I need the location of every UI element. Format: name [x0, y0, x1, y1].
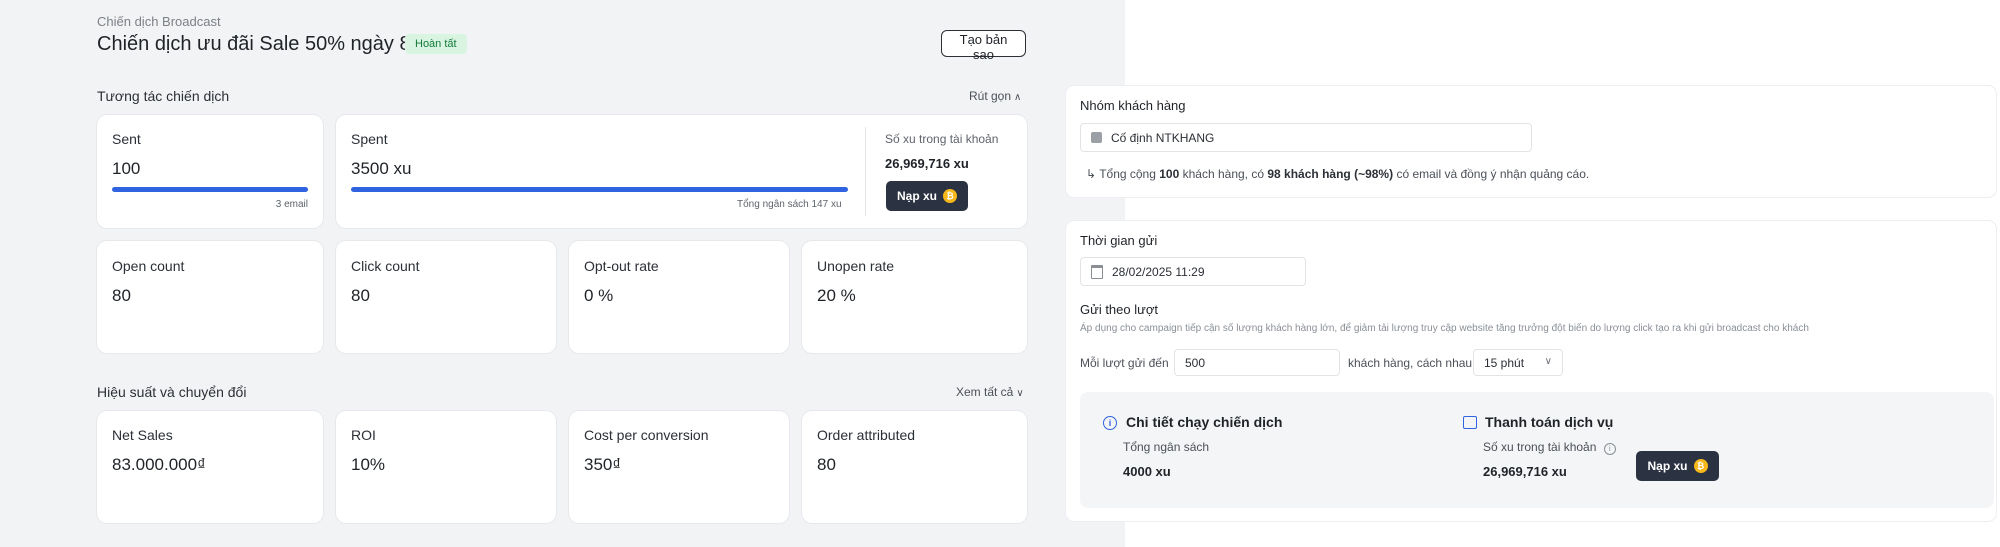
campaign-summary-box: i Chi tiết chạy chiến dịch Tổng ngân sác… [1080, 392, 1994, 508]
payment-title: Thanh toán dịch vụ [1485, 414, 1614, 430]
chevron-down-icon: ∨ [1016, 388, 1024, 399]
sent-caption: 3 email [275, 199, 308, 210]
wallet-icon [1463, 416, 1477, 429]
campaign-detail-panel: Chiến dịch Broadcast Chiến dịch ưu đãi S… [0, 0, 1125, 547]
metric-label: ROI [351, 427, 376, 443]
open-count-card: Open count 80 [97, 241, 323, 353]
group-icon [1091, 132, 1102, 143]
metric-value: 80 [351, 286, 370, 305]
sent-value: 100 [112, 159, 141, 178]
collapse-toggle-label: Rút gọn [969, 89, 1012, 103]
per-batch-value: 500 [1185, 355, 1206, 370]
payment-balance-label-text: Số xu trong tài khoản [1483, 440, 1597, 454]
batch-send-note: Áp dụng cho campaign tiếp cận số lượng k… [1080, 323, 1809, 334]
summary-prefix: Tổng cộng [1099, 167, 1156, 181]
spent-label: Spent [351, 131, 388, 147]
per-batch-label: Mỗi lượt gửi đến [1080, 356, 1169, 370]
audience-label: Nhóm khách hàng [1080, 98, 1186, 113]
metric-label: Order attributed [817, 427, 916, 443]
audience-card: Nhóm khách hàng Cố định NTKHANG ↳ Tổng c… [1066, 86, 1996, 197]
spent-caption: Tổng ngân sách 147 xu [737, 199, 842, 210]
metric-value: 20 % [817, 286, 856, 305]
metric-label: Net Sales [112, 427, 173, 443]
send-time-value: 28/02/2025 11:29 [1112, 264, 1205, 279]
spent-value: 3500 xu [351, 159, 412, 178]
spent-divider [865, 127, 866, 216]
metric-label: Click count [351, 258, 420, 274]
summary-eligible: 98 khách hàng (~98%) [1267, 167, 1394, 181]
budget-label: Tổng ngân sách [1123, 440, 1210, 454]
info-icon: i [1603, 443, 1616, 455]
balance-label: Số xu trong tài khoản [885, 132, 999, 146]
topup-button-label: Nạp xu [1647, 459, 1688, 473]
payment-balance-value: 26,969,716 xu [1483, 464, 1567, 479]
batch-send-label: Gửi theo lượt [1080, 302, 1158, 317]
view-all-label: Xem tất cả [956, 385, 1014, 399]
chevron-down-icon: ∨ [1544, 356, 1552, 367]
copy-campaign-button[interactable]: Tạo bản sao [941, 30, 1026, 62]
summary-mid: khách hàng, có [1182, 167, 1265, 181]
interval-label: khách hàng, cách nhau [1348, 356, 1473, 370]
engagement-section-title: Tương tác chiến dịch [97, 88, 230, 104]
return-arrow-icon: ↳ [1086, 167, 1097, 181]
calendar-icon [1091, 264, 1103, 279]
order-attributed-card: Order attributed 80 [802, 411, 1027, 523]
run-details-title: Chi tiết chạy chiến dịch [1126, 414, 1283, 430]
metric-value: 80 [112, 286, 131, 305]
sent-card: Sent 100 3 email [97, 115, 323, 228]
info-icon: i [1103, 416, 1117, 430]
unopen-rate-card: Unopen rate 20 % [802, 241, 1027, 353]
topup-button-label: Nạp xu [896, 189, 937, 203]
metric-label: Open count [112, 258, 185, 274]
interval-value: 15 phút [1484, 355, 1525, 370]
chevron-up-icon: ∧ [1014, 92, 1022, 103]
audience-group-field[interactable]: Cố định NTKHANG [1080, 123, 1532, 152]
performance-section-title: Hiệu suất và chuyển đổi [97, 384, 247, 400]
topup-button[interactable]: Nạp xu ₿ [886, 181, 968, 211]
sent-progress-bar [112, 187, 308, 192]
net-sales-card: Net Sales 83.000.000₫ [97, 411, 323, 523]
roi-card: ROI 10% [336, 411, 556, 523]
page-title: Chiến dịch ưu đãi Sale 50% ngày 8/3 [97, 33, 428, 55]
send-time-field[interactable]: 28/02/2025 11:29 [1080, 257, 1306, 286]
opt-out-rate-card: Opt-out rate 0 % [569, 241, 789, 353]
view-all-toggle[interactable]: Xem tất cả ∨ [956, 385, 1024, 399]
metric-label: Unopen rate [817, 258, 895, 274]
payment-balance-label: Số xu trong tài khoản i [1483, 440, 1616, 455]
cost-per-conversion-card: Cost per conversion 350₫ [569, 411, 789, 523]
summary-suffix: có email và đồng ý nhận quảng cáo. [1396, 167, 1590, 181]
audience-group-value: Cố định NTKHANG [1111, 130, 1215, 145]
spent-progress-bar [351, 187, 848, 192]
metric-label: Opt-out rate [584, 258, 659, 274]
metric-value: 83.000.000₫ [112, 455, 206, 474]
interval-select[interactable]: 15 phút ∨ [1473, 349, 1563, 376]
summary-total: 100 [1159, 167, 1180, 181]
budget-value: 4000 xu [1123, 464, 1171, 479]
metric-value: 10% [351, 455, 386, 474]
sent-label: Sent [112, 131, 141, 147]
click-count-card: Click count 80 [336, 241, 556, 353]
coin-icon: ₿ [943, 189, 957, 203]
collapse-toggle[interactable]: Rút gọn ∧ [969, 89, 1021, 103]
send-time-label: Thời gian gửi [1080, 233, 1158, 248]
spent-card: Spent 3500 xu Tổng ngân sách 147 xu Số x… [336, 115, 1027, 228]
schedule-card: Thời gian gửi 28/02/2025 11:29 Gửi theo … [1066, 221, 1996, 521]
coin-icon: ₿ [1693, 459, 1708, 473]
breadcrumb[interactable]: Chiến dịch Broadcast [97, 14, 221, 29]
metric-value: 0 % [584, 286, 614, 305]
metric-value: 80 [817, 455, 836, 474]
metric-value: 350₫ [584, 455, 622, 474]
metric-label: Cost per conversion [584, 427, 709, 443]
balance-value: 26,969,716 xu [885, 156, 969, 171]
topup-button-secondary[interactable]: Nạp xu ₿ [1636, 451, 1719, 481]
audience-summary: ↳ Tổng cộng 100 khách hàng, có 98 khách … [1086, 167, 1589, 181]
per-batch-input[interactable]: 500 [1174, 349, 1340, 376]
status-badge: Hoàn tất [405, 34, 467, 54]
